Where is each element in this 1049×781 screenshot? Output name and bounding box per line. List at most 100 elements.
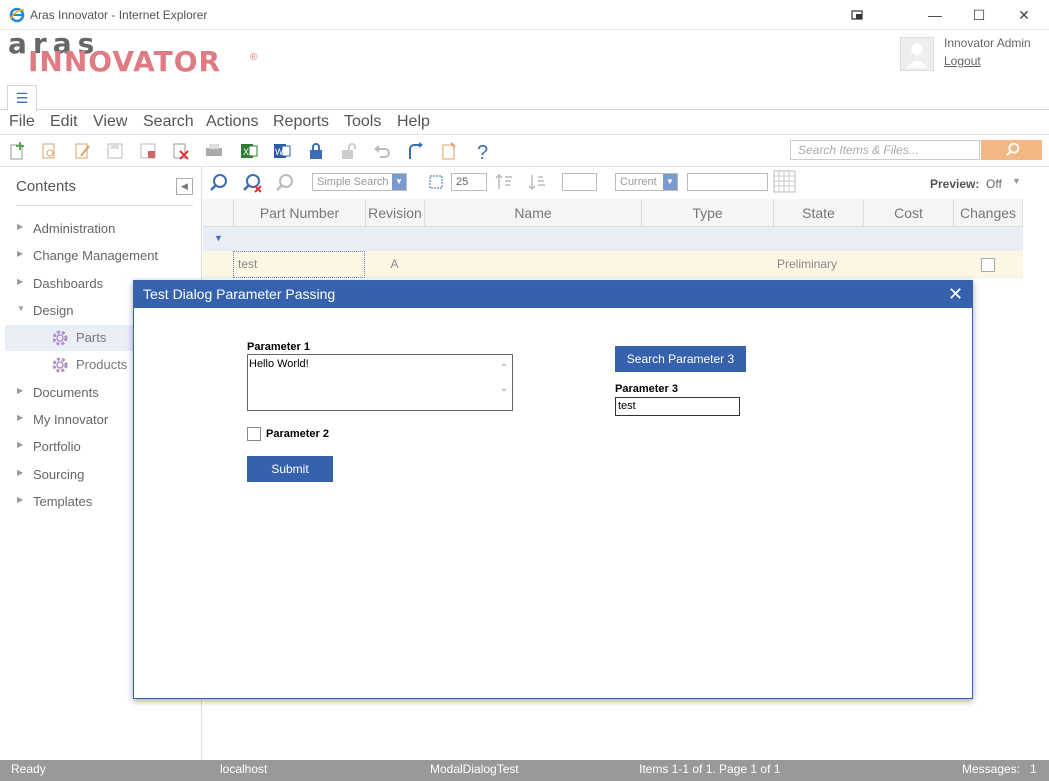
menu-edit[interactable]: Edit	[50, 113, 78, 131]
submit-button[interactable]: Submit	[247, 456, 333, 482]
page-size-icon	[429, 175, 443, 189]
chevron-down-icon: ▼	[17, 304, 25, 313]
minimize-button[interactable]: —	[920, 4, 950, 26]
chevron-left-icon: ◀	[181, 181, 188, 191]
sort-descending-icon[interactable]	[528, 173, 546, 191]
search-parameter-3-button[interactable]: Search Parameter 3	[615, 346, 746, 372]
open-item-icon[interactable]	[40, 141, 60, 161]
menu-search[interactable]: Search	[143, 113, 194, 131]
gear-icon	[52, 357, 68, 373]
window-titlebar: Aras Innovator - Internet Explorer — ☐ ✕	[0, 0, 1049, 30]
edit-item-icon[interactable]	[73, 141, 93, 161]
page-number-input[interactable]	[562, 173, 597, 191]
main-toolbar: X W ? Search Items & Files...	[0, 135, 1049, 167]
chevron-right-icon: ▶	[17, 468, 24, 477]
saved-search-icon[interactable]	[274, 172, 296, 194]
grid-header: Part Number Revision Name Type State Cos…	[203, 199, 1023, 227]
menu-reports[interactable]: Reports	[273, 113, 329, 131]
clear-search-icon[interactable]	[241, 172, 263, 194]
status-bar: Ready localhost ModalDialogTest Items 1-…	[0, 760, 1049, 781]
cell-part-number[interactable]: test	[233, 251, 365, 278]
undo-icon[interactable]	[372, 141, 392, 161]
unlock-icon[interactable]	[339, 141, 359, 161]
chevron-up-icon: ⌃	[499, 363, 509, 374]
revision-select[interactable]: Current ▼	[615, 173, 678, 191]
save-icon[interactable]	[105, 141, 125, 161]
user-name: Innovator Admin	[944, 36, 1031, 50]
word-icon[interactable]: W	[272, 141, 292, 161]
promote-icon[interactable]	[439, 141, 459, 161]
menu-view[interactable]: View	[93, 113, 127, 131]
search-toolbar: Simple Search ▼ 25 Current ▼ Preview: Off …	[203, 167, 1049, 199]
filter-chevron-down-icon[interactable]: ▼	[214, 233, 223, 243]
chevron-right-icon: ▶	[17, 413, 24, 422]
chevron-right-icon: ▶	[17, 249, 24, 258]
run-search-icon[interactable]	[208, 172, 230, 194]
column-part-number[interactable]: Part Number	[233, 199, 365, 227]
new-item-icon[interactable]	[8, 141, 28, 161]
sidebar-title: Contents	[16, 178, 77, 195]
help-icon[interactable]: ?	[473, 141, 493, 161]
parameter-3-input[interactable]: test	[615, 397, 740, 416]
textarea-scrollbar[interactable]: ⌃ ⌄	[498, 359, 510, 407]
internet-explorer-icon	[9, 7, 25, 23]
svg-text:?: ?	[477, 142, 488, 161]
parameter-2-label: Parameter 2	[266, 428, 329, 440]
close-window-button[interactable]: ✕	[1009, 4, 1039, 26]
print-icon[interactable]	[204, 141, 224, 161]
pin-icon[interactable]	[851, 9, 863, 21]
delete-icon[interactable]	[171, 141, 191, 161]
status-text: Ready	[11, 762, 46, 776]
grid-filter-row[interactable]: ▼	[203, 227, 1023, 251]
page-size-input[interactable]: 25	[451, 173, 487, 191]
global-search-input[interactable]: Search Items & Files...	[790, 140, 980, 160]
column-name[interactable]: Name	[424, 199, 641, 227]
table-row[interactable]: test A Preliminary	[203, 251, 1023, 278]
menu-help[interactable]: Help	[397, 113, 430, 131]
menu-tools[interactable]: Tools	[344, 113, 381, 131]
sidebar-item-administration[interactable]: ▶ Administration	[0, 216, 202, 242]
svg-text:W: W	[275, 147, 284, 157]
status-messages[interactable]: Messages: 1	[962, 762, 1037, 776]
cell-changes-checkbox[interactable]	[981, 258, 995, 272]
main-menu-tab[interactable]: ☰	[7, 85, 37, 111]
preview-value[interactable]: Off	[986, 177, 1002, 191]
collapse-sidebar-button[interactable]: ◀	[176, 178, 193, 195]
global-search-button[interactable]	[981, 140, 1042, 160]
chevron-right-icon: ▶	[17, 222, 24, 231]
column-type[interactable]: Type	[641, 199, 773, 227]
parameter-2-checkbox[interactable]	[247, 427, 261, 441]
close-icon[interactable]: ✕	[948, 283, 963, 305]
tab-strip: ☰	[0, 85, 1049, 111]
chevron-right-icon: ▶	[17, 277, 24, 286]
chevron-down-icon[interactable]: ▼	[1012, 176, 1021, 186]
sidebar-item-change-management[interactable]: ▶ Change Management	[0, 243, 202, 269]
column-cost[interactable]: Cost	[863, 199, 953, 227]
gear-icon	[52, 330, 68, 346]
logo-registered-mark: ®	[250, 52, 258, 63]
excel-icon[interactable]: X	[239, 141, 259, 161]
menu-actions[interactable]: Actions	[206, 113, 258, 131]
revision-date-input[interactable]	[687, 173, 768, 191]
column-changes[interactable]: Changes	[953, 199, 1023, 227]
status-database: ModalDialogTest	[430, 762, 519, 776]
version-icon[interactable]	[406, 141, 426, 161]
menubar: File Edit View Search Actions Reports To…	[0, 110, 1049, 135]
search-mode-select[interactable]: Simple Search ▼	[312, 173, 407, 191]
save-close-icon[interactable]	[138, 141, 158, 161]
logo-innovator-text: INNOVATOR	[28, 45, 222, 78]
menu-file[interactable]: File	[9, 113, 35, 131]
maximize-button[interactable]: ☐	[964, 4, 994, 26]
calendar-icon[interactable]	[773, 170, 796, 193]
column-revision[interactable]: Revision	[365, 199, 424, 227]
logout-link[interactable]: Logout	[944, 54, 981, 68]
search-icon	[1006, 142, 1020, 157]
status-items: Items 1-1 of 1. Page 1 of 1	[639, 762, 781, 776]
column-state[interactable]: State	[773, 199, 863, 227]
parameter-1-textarea[interactable]: Hello World! ⌃ ⌄	[247, 354, 513, 411]
parameter-1-label: Parameter 1	[247, 341, 310, 353]
chevron-right-icon: ▶	[17, 386, 24, 395]
dialog-title: Test Dialog Parameter Passing	[143, 286, 336, 302]
sort-ascending-icon[interactable]	[495, 173, 513, 191]
lock-icon[interactable]	[306, 141, 326, 161]
